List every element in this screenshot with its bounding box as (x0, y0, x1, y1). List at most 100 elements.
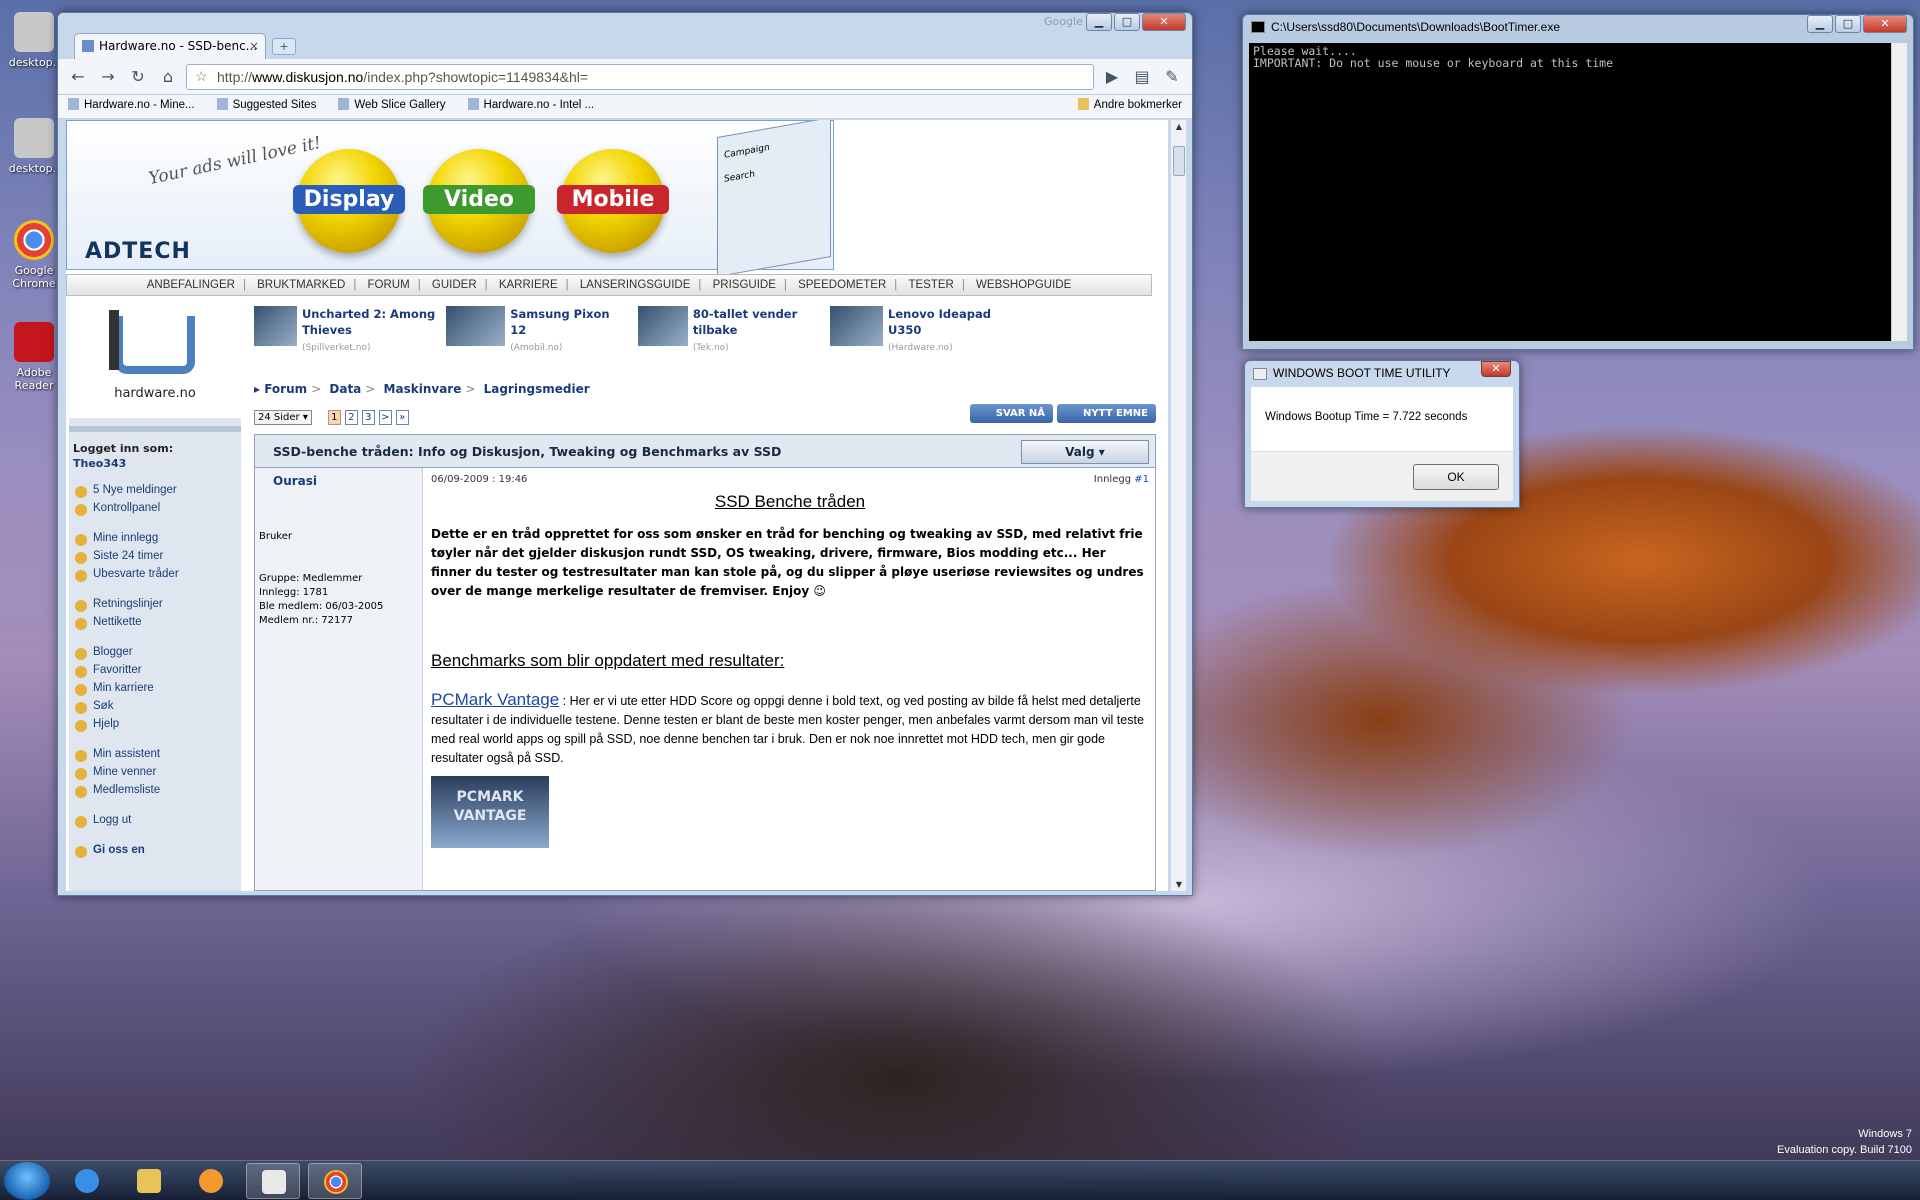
breadcrumb-item[interactable]: Lagringsmedier (484, 382, 590, 396)
scroll-down-icon[interactable]: ▼ (1171, 880, 1187, 889)
play-icon[interactable]: ▶ (1100, 65, 1124, 89)
home-icon[interactable]: ⌂ (156, 65, 180, 89)
maximize-button[interactable]: □ (1114, 13, 1140, 31)
nav-item[interactable]: LANSERINGSGUIDE (580, 279, 691, 291)
breadcrumb-item[interactable]: Forum (264, 382, 307, 396)
console-output: Please wait.... IMPORTANT: Do not use mo… (1249, 43, 1891, 341)
bookmark-item[interactable]: Web Slice Gallery (338, 98, 445, 115)
new-topic-button[interactable]: NYTT EMNE (1057, 404, 1156, 423)
reload-icon[interactable]: ↻ (126, 65, 150, 89)
bookmark-item[interactable]: Hardware.no - Intel ... (468, 98, 595, 115)
featured-item[interactable]: Uncharted 2: Among Thieves (Spillverket.n… (254, 306, 436, 356)
nav-item[interactable]: FORUM (368, 279, 410, 291)
breadcrumb-item[interactable]: Maskinvare (384, 382, 462, 396)
taskbar (0, 1160, 1920, 1200)
desktop-icon-2[interactable]: desktop.i (6, 118, 62, 175)
nav-item[interactable]: TESTER (908, 279, 953, 291)
desktop-icon-adobe[interactable]: Adobe Reader (6, 322, 62, 392)
minimize-button[interactable]: ▁ (1086, 13, 1112, 31)
forward-arrow-icon[interactable]: → (96, 65, 120, 89)
sidebar-item-favorites[interactable]: Favoritter (73, 664, 237, 682)
maximize-button[interactable]: □ (1835, 15, 1861, 33)
back-arrow-icon[interactable]: ← (66, 65, 90, 89)
media-player-icon[interactable] (184, 1163, 238, 1199)
featured-item[interactable]: 80-tallet vender tilbake (Tek.no) (638, 306, 820, 356)
nav-item[interactable]: BRUKTMARKED (257, 279, 345, 291)
sidebar-item-messages[interactable]: 5 Nye meldinger (73, 484, 237, 502)
page-last[interactable]: » (395, 410, 409, 425)
close-tab-icon[interactable]: × (249, 39, 259, 53)
pcmark-link[interactable]: PCMark Vantage (431, 690, 559, 709)
ok-button[interactable]: OK (1413, 464, 1499, 490)
site-nav: ANBEFALINGER | BRUKTMARKED | FORUM | GUIDER… (66, 274, 1152, 296)
page-link[interactable]: 2 (344, 410, 358, 425)
featured-item[interactable]: Lenovo Ideapad U350 (Hardware.no) (830, 306, 1012, 356)
other-bookmarks[interactable]: Andre bokmerker (1078, 98, 1182, 115)
adobe-reader-icon (14, 322, 54, 362)
nav-item[interactable]: KARRIERE (499, 279, 558, 291)
sidebar-item-career[interactable]: Min karriere (73, 682, 237, 700)
sidebar-item-friends[interactable]: Mine venner (73, 766, 237, 784)
sidebar-item-my-posts[interactable]: Mine innlegg (73, 532, 237, 550)
new-tab-button[interactable]: + (272, 38, 296, 55)
console-icon[interactable] (246, 1163, 300, 1199)
ad-banner[interactable]: Your ads will love it! Display Video Mob… (66, 120, 834, 278)
browser-tab[interactable]: Hardware.no - SSD-benc... × (74, 33, 266, 59)
page-select[interactable]: 24 Sider ▾ (254, 410, 312, 425)
desktop-icon-1[interactable]: desktop.i (6, 12, 62, 69)
minimize-button[interactable]: ▁ (1807, 15, 1833, 33)
windows-start-icon[interactable] (4, 1162, 50, 1200)
folder-icon[interactable] (122, 1163, 176, 1199)
internet-explorer-icon[interactable] (60, 1163, 114, 1199)
page-menu-icon[interactable]: ▤ (1130, 65, 1154, 89)
page-link[interactable]: 1 (327, 410, 341, 425)
bookmark-item[interactable]: Suggested Sites (217, 98, 317, 115)
desktop-icon-chrome[interactable]: Google Chrome (6, 220, 62, 290)
topic-header: SSD-benche tråden: Info og Diskusjon, Tw… (254, 434, 1156, 468)
hardware-logo[interactable]: hardware.no (69, 298, 241, 418)
options-button[interactable]: Valg ▾ (1021, 440, 1149, 464)
sidebar-item-search[interactable]: Søk (73, 700, 237, 718)
username-link[interactable]: Theo343 (73, 457, 237, 470)
page-next[interactable]: > (378, 410, 392, 425)
sidebar-item-controlpanel[interactable]: Kontrollpanel (73, 502, 237, 520)
action-buttons: SVAR NÅ NYTT EMNE (969, 404, 1156, 423)
chrome-icon (14, 220, 54, 260)
reply-button[interactable]: SVAR NÅ (969, 404, 1054, 423)
featured-item[interactable]: Samsung Pixon 12 (Amobil.no) (446, 306, 628, 356)
scroll-up-icon[interactable]: ▲ (1171, 122, 1187, 131)
page-link[interactable]: 3 (361, 410, 375, 425)
sidebar-item-logout[interactable]: Logg ut (73, 814, 237, 832)
nav-item[interactable]: SPEEDOMETER (798, 279, 886, 291)
nav-item[interactable]: PRISGUIDE (713, 279, 776, 291)
sidebar-item-last-24h[interactable]: Siste 24 timer (73, 550, 237, 568)
breadcrumb: ▸ Forum > Data > Maskinvare > Lagringsmedie… (254, 382, 590, 396)
sidebar-item-memberlist[interactable]: Medlemsliste (73, 784, 237, 802)
nav-item[interactable]: WEBSHOPGUIDE (976, 279, 1071, 291)
console-scrollbar[interactable] (1891, 43, 1907, 341)
pcmark-image[interactable]: PCMARK VANTAGE (431, 776, 549, 848)
windows-watermark: Windows 7 Evaluation copy. Build 7100 (1777, 1128, 1912, 1156)
nav-item[interactable]: ANBEFALINGER (147, 279, 235, 291)
sidebar-item-netiquette[interactable]: Nettikette (73, 616, 237, 634)
sidebar-item-unanswered[interactable]: Ubesvarte tråder (73, 568, 237, 586)
page-scrollbar[interactable]: ▲ ▼ (1170, 120, 1186, 891)
sidebar-item-assistant[interactable]: Min assistent (73, 748, 237, 766)
nav-item[interactable]: GUIDER (432, 279, 477, 291)
bookmark-item[interactable]: Hardware.no - Mine... (68, 98, 195, 115)
sidebar-item-feedback[interactable]: Gi oss en (73, 844, 237, 862)
star-icon[interactable]: ☆ (195, 68, 208, 85)
close-button[interactable]: ✕ (1142, 13, 1186, 31)
author-link[interactable]: Ourasi (259, 474, 418, 488)
address-bar[interactable]: ☆ http://www.diskusjon.no/index.php?show… (186, 63, 1094, 90)
post-number-link[interactable]: #1 (1134, 474, 1149, 485)
chrome-icon[interactable] (308, 1163, 362, 1199)
dialog-close-button[interactable]: ✕ (1481, 361, 1511, 377)
scroll-thumb[interactable] (1173, 146, 1185, 176)
breadcrumb-item[interactable]: Data (329, 382, 361, 396)
sidebar-item-blogs[interactable]: Blogger (73, 646, 237, 664)
wrench-icon[interactable]: ✎ (1160, 65, 1184, 89)
sidebar-item-help[interactable]: Hjelp (73, 718, 237, 736)
sidebar-item-guidelines[interactable]: Retningslinjer (73, 598, 237, 616)
close-button[interactable]: ✕ (1863, 15, 1907, 33)
